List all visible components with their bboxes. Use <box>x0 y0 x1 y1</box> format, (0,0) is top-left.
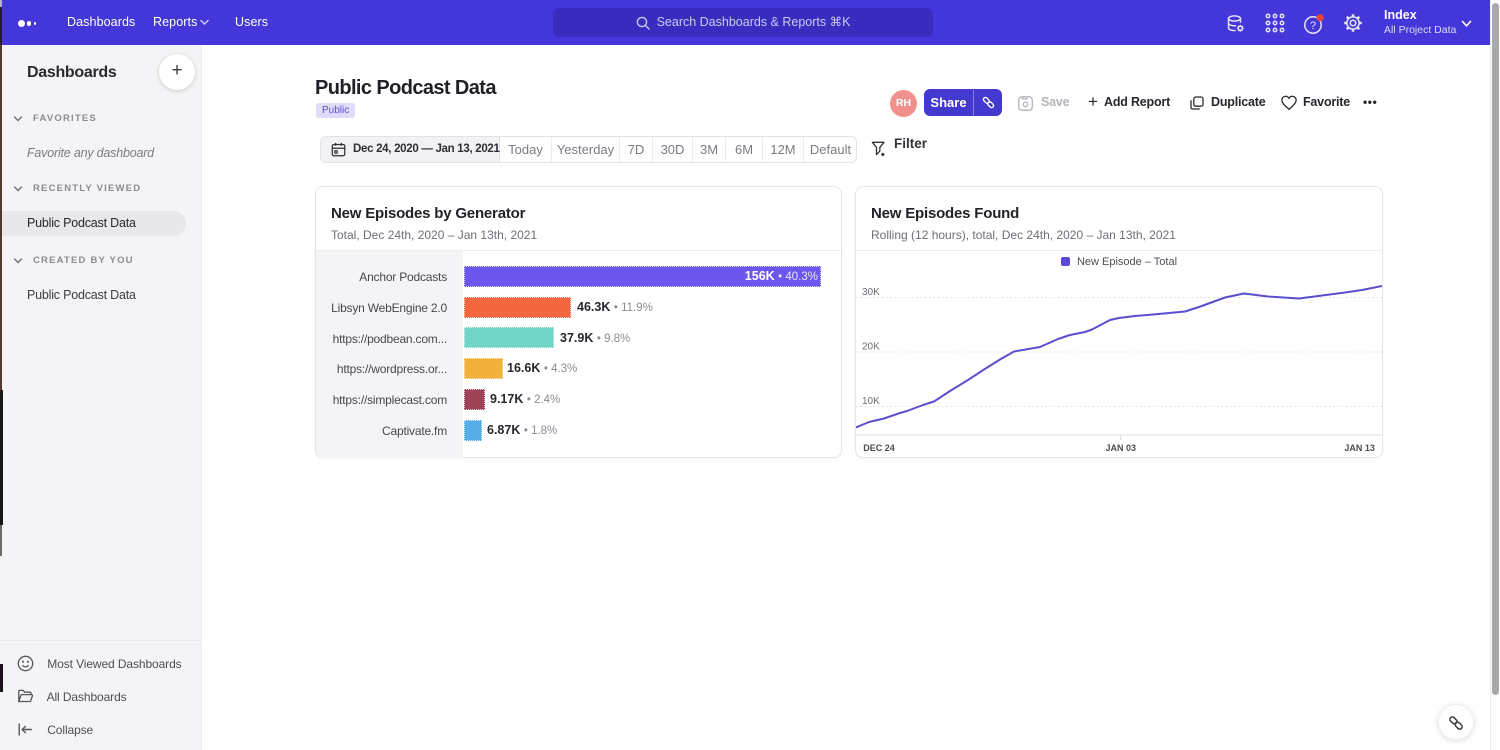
svg-text:?: ? <box>1310 20 1316 32</box>
svg-text:DEC 24: DEC 24 <box>863 443 895 453</box>
svg-text:JAN 03: JAN 03 <box>1105 443 1136 453</box>
svg-text:20K: 20K <box>862 342 880 353</box>
svg-text:30K: 30K <box>862 287 880 298</box>
svg-text:JAN 13: JAN 13 <box>1344 443 1375 453</box>
svg-text:10K: 10K <box>862 396 880 407</box>
